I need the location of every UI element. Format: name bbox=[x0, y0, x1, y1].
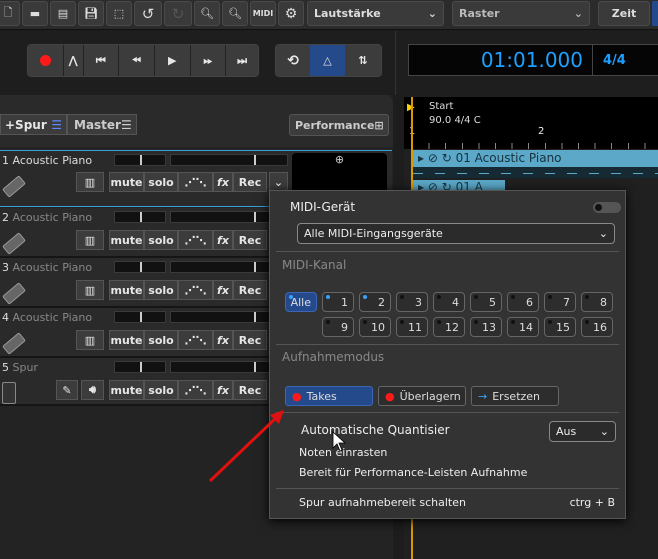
red-arrow-annotation bbox=[208, 410, 347, 483]
mouse-cursor-icon bbox=[332, 431, 347, 452]
